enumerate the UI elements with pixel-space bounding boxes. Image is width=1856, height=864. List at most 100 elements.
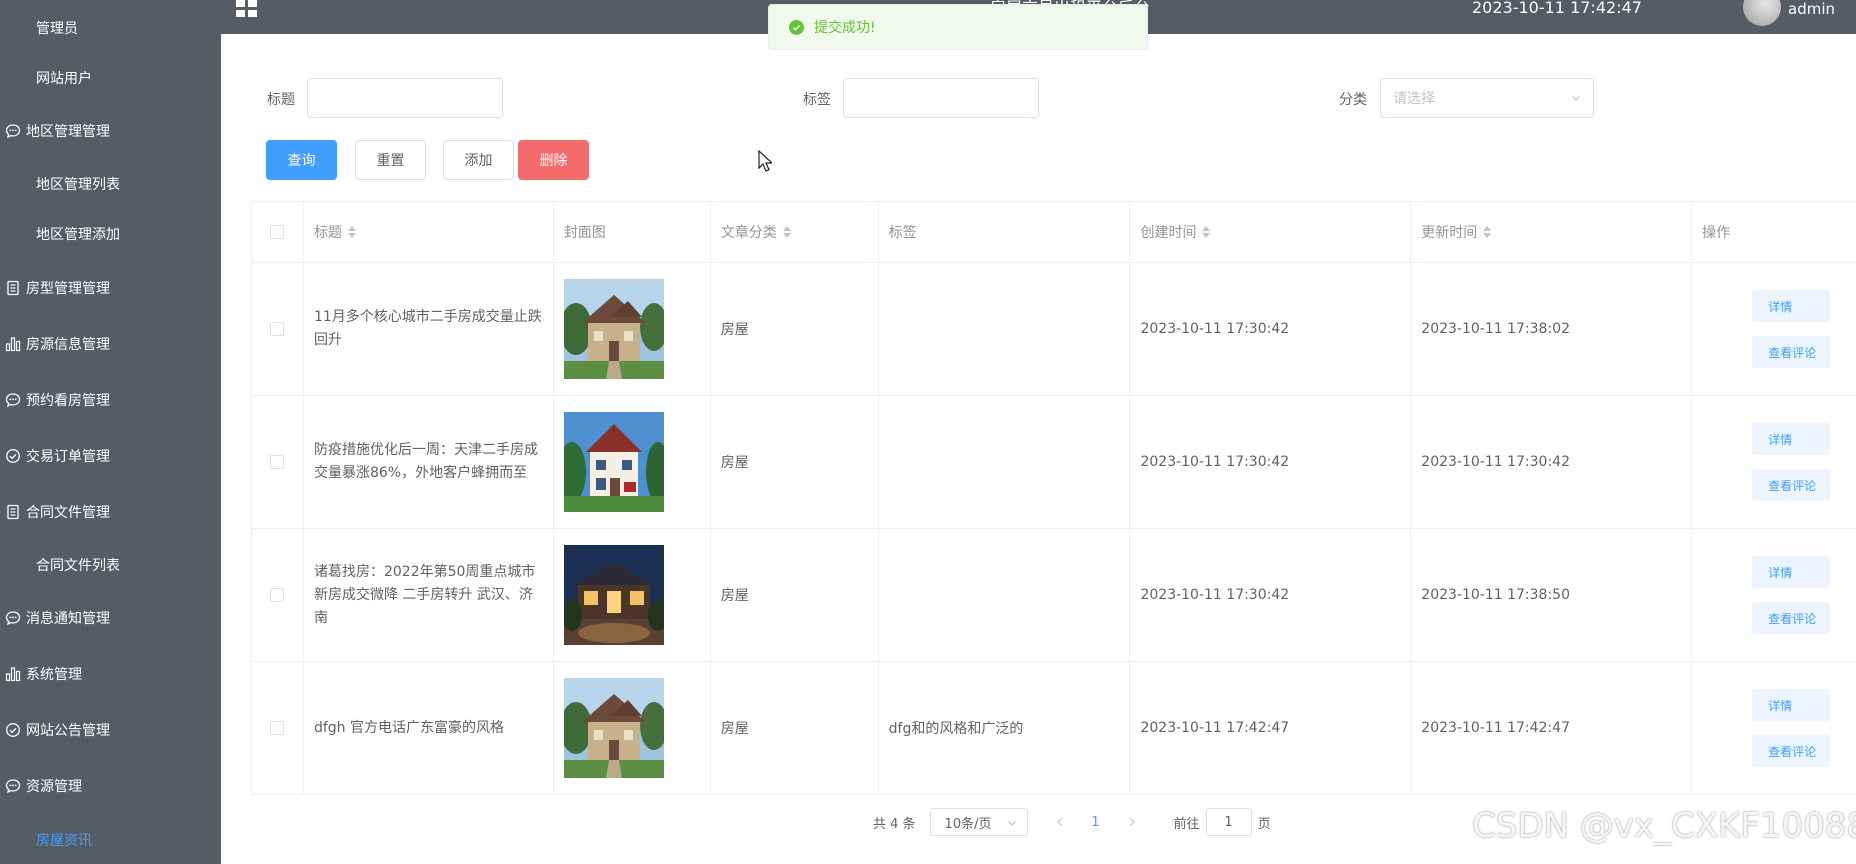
row-checkbox[interactable] (270, 455, 285, 469)
page-number-button[interactable]: 1 (1078, 808, 1114, 836)
category-select-placeholder: 请选择 (1393, 91, 1435, 107)
view-comments-button[interactable]: 查看评论 (1752, 602, 1831, 634)
row-title: 11月多个核心城市二手房成交量止跌回升 (313, 309, 542, 348)
column-tag-label: 标签 (888, 225, 917, 241)
chevron-left-icon (1056, 818, 1062, 826)
actions-cell: 详情 查看评论 (1692, 662, 1856, 794)
delete-button[interactable]: 删除 (518, 140, 589, 180)
sidebar-item-listing-mgmt[interactable]: 房源信息管理 (0, 324, 221, 364)
view-comments-button[interactable]: 查看评论 (1752, 735, 1831, 767)
sidebar-item-label: 资源管理 (26, 779, 82, 795)
page-size-select[interactable]: 10条/页 (929, 808, 1028, 836)
view-comments-button[interactable]: 查看评论 (1752, 336, 1831, 368)
tag-filter-input[interactable] (843, 78, 1039, 118)
sidebar-item-system-mgmt[interactable]: 系统管理 (0, 654, 221, 694)
house-photo-1[interactable] (563, 279, 664, 379)
row-checkbox[interactable] (270, 322, 285, 336)
select-all-checkbox[interactable] (270, 225, 285, 239)
cover-cell (554, 263, 711, 395)
sort-icon[interactable] (1483, 226, 1492, 238)
chat-icon (2, 120, 24, 142)
sort-icon[interactable] (782, 226, 791, 238)
cover-cell (554, 396, 711, 528)
sort-icon[interactable] (1202, 226, 1211, 238)
watermark: CSDN @vx_CXKF10088 (1472, 806, 1856, 846)
query-button[interactable]: 查询 (266, 140, 337, 180)
goto-page-input[interactable] (1205, 808, 1252, 836)
sidebar-item-admin[interactable]: 管理员 (0, 8, 221, 48)
add-button[interactable]: 添加 (443, 140, 514, 180)
updated-cell: 2023-10-11 17:38:50 (1411, 529, 1693, 661)
sidebar-item-order-mgmt[interactable]: 交易订单管理 (0, 436, 221, 476)
category-cell: 房屋 (711, 662, 879, 794)
column-header-title[interactable]: 标题 (304, 202, 554, 262)
column-header-category[interactable]: 文章分类 (711, 202, 879, 262)
column-actions-label: 操作 (1702, 225, 1731, 241)
title-cell: 诸葛找房：2022年第50周重点城市新房成交微降 二手房转升 武汉、济南 (304, 529, 554, 661)
created-cell: 2023-10-11 17:30:42 (1130, 396, 1412, 528)
title-filter-input[interactable] (307, 78, 503, 118)
detail-button[interactable]: 详情 (1752, 689, 1831, 721)
sidebar-item-resource-mgmt[interactable]: 资源管理 (0, 766, 221, 806)
row-checkbox-cell (252, 529, 304, 661)
actions-cell: 详情 查看评论 (1692, 396, 1856, 528)
check-circle-icon (2, 719, 24, 741)
sidebar-item-contract-mgmt[interactable]: 合同文件管理 (0, 492, 221, 532)
sidebar-item-contract-list[interactable]: 合同文件列表 (0, 545, 221, 585)
detail-button[interactable]: 详情 (1752, 290, 1831, 322)
title-cell: dfgh 官方电话广东富豪的风格 (304, 662, 554, 794)
detail-button[interactable]: 详情 (1752, 423, 1831, 455)
sidebar-item-message-mgmt[interactable]: 消息通知管理 (0, 598, 221, 638)
reset-button[interactable]: 重置 (355, 140, 426, 180)
bar-chart-icon (2, 663, 24, 685)
sidebar-item-region-mgmt[interactable]: 地区管理管理 (0, 111, 221, 151)
row-checkbox[interactable] (270, 721, 285, 735)
view-comments-button[interactable]: 查看评论 (1752, 469, 1831, 501)
sort-icon[interactable] (347, 226, 356, 238)
row-checkbox[interactable] (270, 588, 285, 602)
sidebar-item-notice-mgmt[interactable]: 网站公告管理 (0, 710, 221, 750)
column-updated-label: 更新时间 (1421, 225, 1478, 241)
house-photo-2[interactable] (563, 412, 664, 512)
sidebar-item-label: 地区管理列表 (36, 177, 120, 193)
mouse-cursor-icon (758, 150, 772, 172)
house-photo-1[interactable] (563, 678, 664, 778)
sidebar-item-region-list[interactable]: 地区管理列表 (0, 164, 221, 204)
detail-button[interactable]: 详情 (1752, 556, 1831, 588)
row-title: 诸葛找房：2022年第50周重点城市新房成交微降 二手房转升 武汉、济南 (313, 563, 536, 626)
tag-filter-label: 标签 (803, 92, 831, 108)
sidebar-item-label: 系统管理 (26, 667, 82, 683)
username[interactable]: admin (1788, 0, 1835, 18)
column-header-updated[interactable]: 更新时间 (1411, 202, 1693, 262)
chat-icon (2, 607, 24, 629)
grid-menu-icon[interactable] (236, 0, 258, 18)
prev-page-button[interactable] (1042, 808, 1078, 836)
house-photo-3[interactable] (563, 545, 664, 645)
chat-icon (2, 389, 24, 411)
column-header-created[interactable]: 创建时间 (1130, 202, 1412, 262)
sidebar-item-region-add[interactable]: 地区管理添加 (0, 214, 221, 254)
success-toast: 提交成功! (768, 4, 1148, 50)
sidebar-item-label: 网站公告管理 (26, 723, 110, 739)
header-datetime: 2023-10-11 17:42:47 (1472, 0, 1642, 17)
page-jumper: 前往 页 (1174, 808, 1271, 836)
sidebar-item-house-news[interactable]: 房屋资讯 (0, 820, 221, 860)
tag-cell: dfg和的风格和广泛的 (879, 662, 1131, 794)
sidebar-item-viewing-mgmt[interactable]: 预约看房管理 (0, 380, 221, 420)
column-header-actions: 操作 (1692, 202, 1856, 262)
document-icon (2, 501, 24, 523)
sidebar-item-site-users[interactable]: 网站用户 (0, 58, 221, 98)
table-row: 诸葛找房：2022年第50周重点城市新房成交微降 二手房转升 武汉、济南 房屋 (252, 529, 1856, 662)
table-row: 11月多个核心城市二手房成交量止跌回升 房屋 2023-10-11 17:30:… (252, 263, 1856, 396)
sidebar: 管理员 网站用户 地区管理管理 地区管理列表 地区管理添加 房型管理管理 房源信… (0, 0, 221, 864)
created-cell: 2023-10-11 17:30:42 (1130, 263, 1412, 395)
column-cover-label: 封面图 (563, 225, 606, 241)
category-select[interactable]: 请选择 (1380, 78, 1594, 118)
row-title: 防疫措施优化后一周：天津二手房成交量暴涨86%，外地客户蜂拥而至 (313, 442, 538, 481)
next-page-button[interactable] (1114, 808, 1150, 836)
sidebar-item-label: 房源信息管理 (26, 337, 110, 353)
sidebar-item-label: 预约看房管理 (26, 393, 110, 409)
chat-icon (2, 775, 24, 797)
sidebar-item-room-type-mgmt[interactable]: 房型管理管理 (0, 268, 221, 308)
sidebar-item-label: 合同文件管理 (26, 505, 110, 521)
